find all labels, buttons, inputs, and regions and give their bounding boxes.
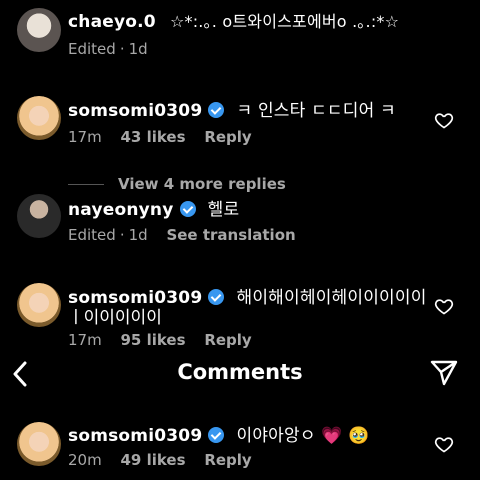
likes-count[interactable]: 43 likes xyxy=(120,128,185,146)
verified-badge-icon xyxy=(208,102,225,118)
comment-username[interactable]: somsomi0309 이야아앙ㅇ 💗 🥹 xyxy=(68,421,370,446)
see-translation-button[interactable]: See translation xyxy=(166,226,295,244)
heart-outline-icon[interactable] xyxy=(434,434,454,454)
heart-outline-icon[interactable] xyxy=(434,110,454,130)
comment-meta: 17m 43 likes Reply xyxy=(68,128,266,146)
edited-label: Edited xyxy=(68,226,116,244)
likes-count[interactable]: 95 likes xyxy=(120,331,185,349)
comment-meta: 20m 49 likes Reply xyxy=(68,451,266,469)
edited-label: Edited xyxy=(68,40,116,58)
username-text[interactable]: somsomi0309 xyxy=(68,101,202,121)
timestamp: 20m xyxy=(68,451,102,469)
comment-username[interactable]: nayeonyny 헬로 xyxy=(68,195,239,220)
timestamp: 17m xyxy=(68,128,102,146)
send-icon[interactable] xyxy=(430,360,458,386)
likes-count[interactable]: 49 likes xyxy=(120,451,185,469)
heart-outline-icon[interactable] xyxy=(434,296,454,316)
comment-text: ㅋ 인스타 ㄷㄷ디어 ㅋ xyxy=(236,101,396,121)
reply-button[interactable]: Reply xyxy=(204,331,251,349)
comment-text: 이야아앙ㅇ 💗 🥹 xyxy=(236,426,370,446)
comment-meta: Edited · 1d See translation xyxy=(68,226,296,244)
verified-badge-icon xyxy=(208,289,225,305)
comment-username[interactable]: somsomi0309 ㅋ 인스타 ㄷㄷ디어 ㅋ xyxy=(68,96,396,121)
avatar[interactable] xyxy=(17,8,61,52)
page-title: Comments xyxy=(177,360,303,384)
username-text[interactable]: nayeonyny xyxy=(68,200,174,220)
comment-meta: 17m 95 likes Reply xyxy=(68,331,266,349)
view-more-replies-button[interactable]: View 4 more replies xyxy=(68,175,286,193)
comment-text: 해이해이헤이헤이이이이이 xyxy=(236,288,427,308)
comment-text: ☆*:.｡. o트와이스포에버o .｡.:*☆ xyxy=(169,12,400,31)
avatar[interactable] xyxy=(17,422,61,466)
username-text[interactable]: chaeyo.0 xyxy=(68,12,156,32)
timestamp: 1d xyxy=(128,40,148,58)
avatar[interactable] xyxy=(17,283,61,327)
timestamp: 17m xyxy=(68,331,102,349)
reply-button[interactable]: Reply xyxy=(204,128,251,146)
replies-divider xyxy=(68,184,104,185)
comment-text-continued: ㅣ이이이이이 xyxy=(68,308,162,328)
username-text[interactable]: somsomi0309 xyxy=(68,426,202,446)
avatar[interactable] xyxy=(17,194,61,238)
comment-meta: Edited · 1d xyxy=(68,40,148,58)
timestamp: 1d xyxy=(128,226,148,244)
avatar[interactable] xyxy=(17,96,61,140)
verified-badge-icon xyxy=(208,427,225,443)
comment-username[interactable]: chaeyo.0 ☆*:.｡. o트와이스포에버o .｡.:*☆ xyxy=(68,8,399,32)
verified-badge-icon xyxy=(179,201,196,217)
comment-text: 헬로 xyxy=(207,200,240,220)
reply-button[interactable]: Reply xyxy=(204,451,251,469)
